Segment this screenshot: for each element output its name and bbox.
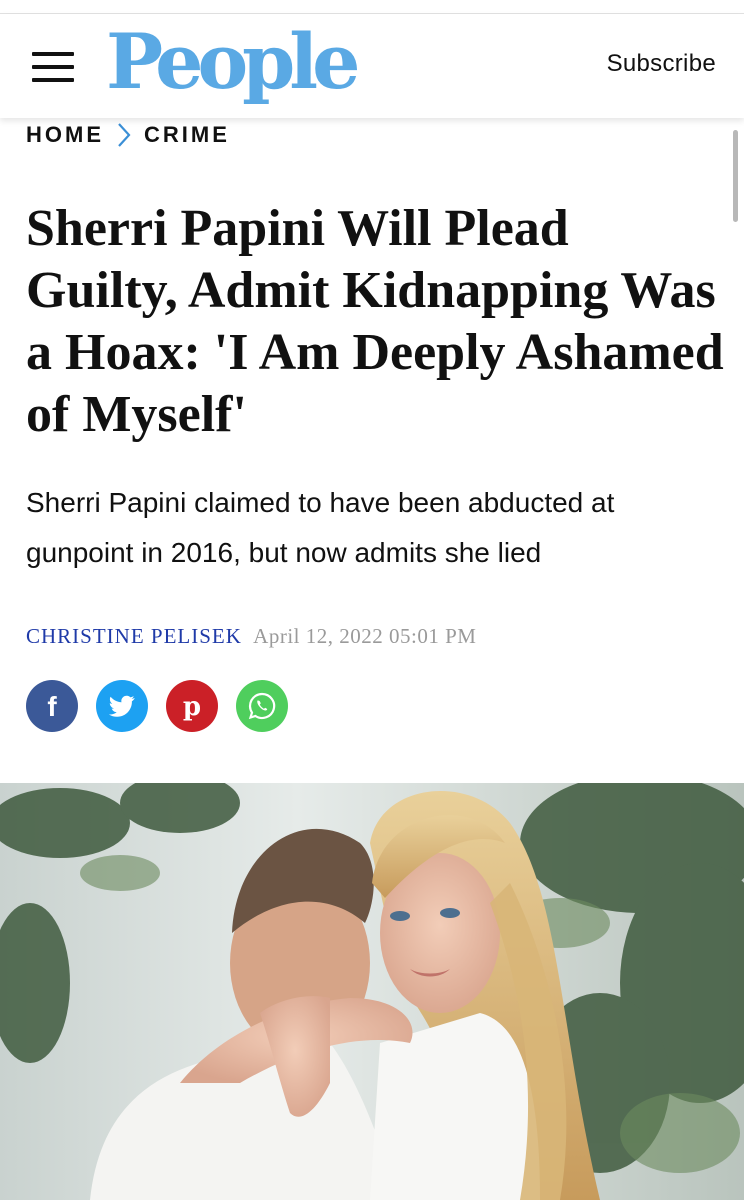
svg-text:f: f — [47, 691, 57, 722]
breadcrumb-crime[interactable]: CRIME — [144, 122, 230, 148]
whatsapp-share-button[interactable] — [236, 680, 288, 732]
people-logo[interactable]: People — [106, 16, 361, 108]
breadcrumb-home[interactable]: HOME — [26, 122, 104, 148]
publish-date: April 12, 2022 05:01 PM — [253, 624, 477, 648]
twitter-share-button[interactable] — [96, 680, 148, 732]
pinterest-share-button[interactable]: p — [166, 680, 218, 732]
scrollbar[interactable] — [733, 130, 738, 222]
facebook-icon: f — [47, 691, 57, 722]
chevron-right-icon — [104, 118, 144, 152]
twitter-icon — [109, 695, 135, 717]
menu-icon[interactable] — [32, 52, 74, 82]
byline: CHRISTINE PELISEK April 12, 2022 05:01 P… — [26, 624, 476, 649]
site-header: People Subscribe — [0, 14, 744, 118]
share-buttons: f p — [26, 680, 288, 732]
subscribe-link[interactable]: Subscribe — [607, 50, 716, 78]
hero-photo — [0, 783, 744, 1200]
breadcrumb: HOME CRIME — [26, 118, 230, 152]
whatsapp-icon — [248, 692, 276, 720]
author-link[interactable]: CHRISTINE PELISEK — [26, 624, 242, 648]
couple-embrace-image — [0, 783, 744, 1200]
article-subheadline: Sherri Papini claimed to have been abduc… — [26, 487, 615, 568]
article-headline: Sherri Papini Will Plead Guilty, Admit K… — [26, 200, 724, 443]
facebook-share-button[interactable]: f — [26, 680, 78, 732]
svg-text:p: p — [183, 692, 201, 722]
pinterest-icon: p — [183, 692, 201, 722]
